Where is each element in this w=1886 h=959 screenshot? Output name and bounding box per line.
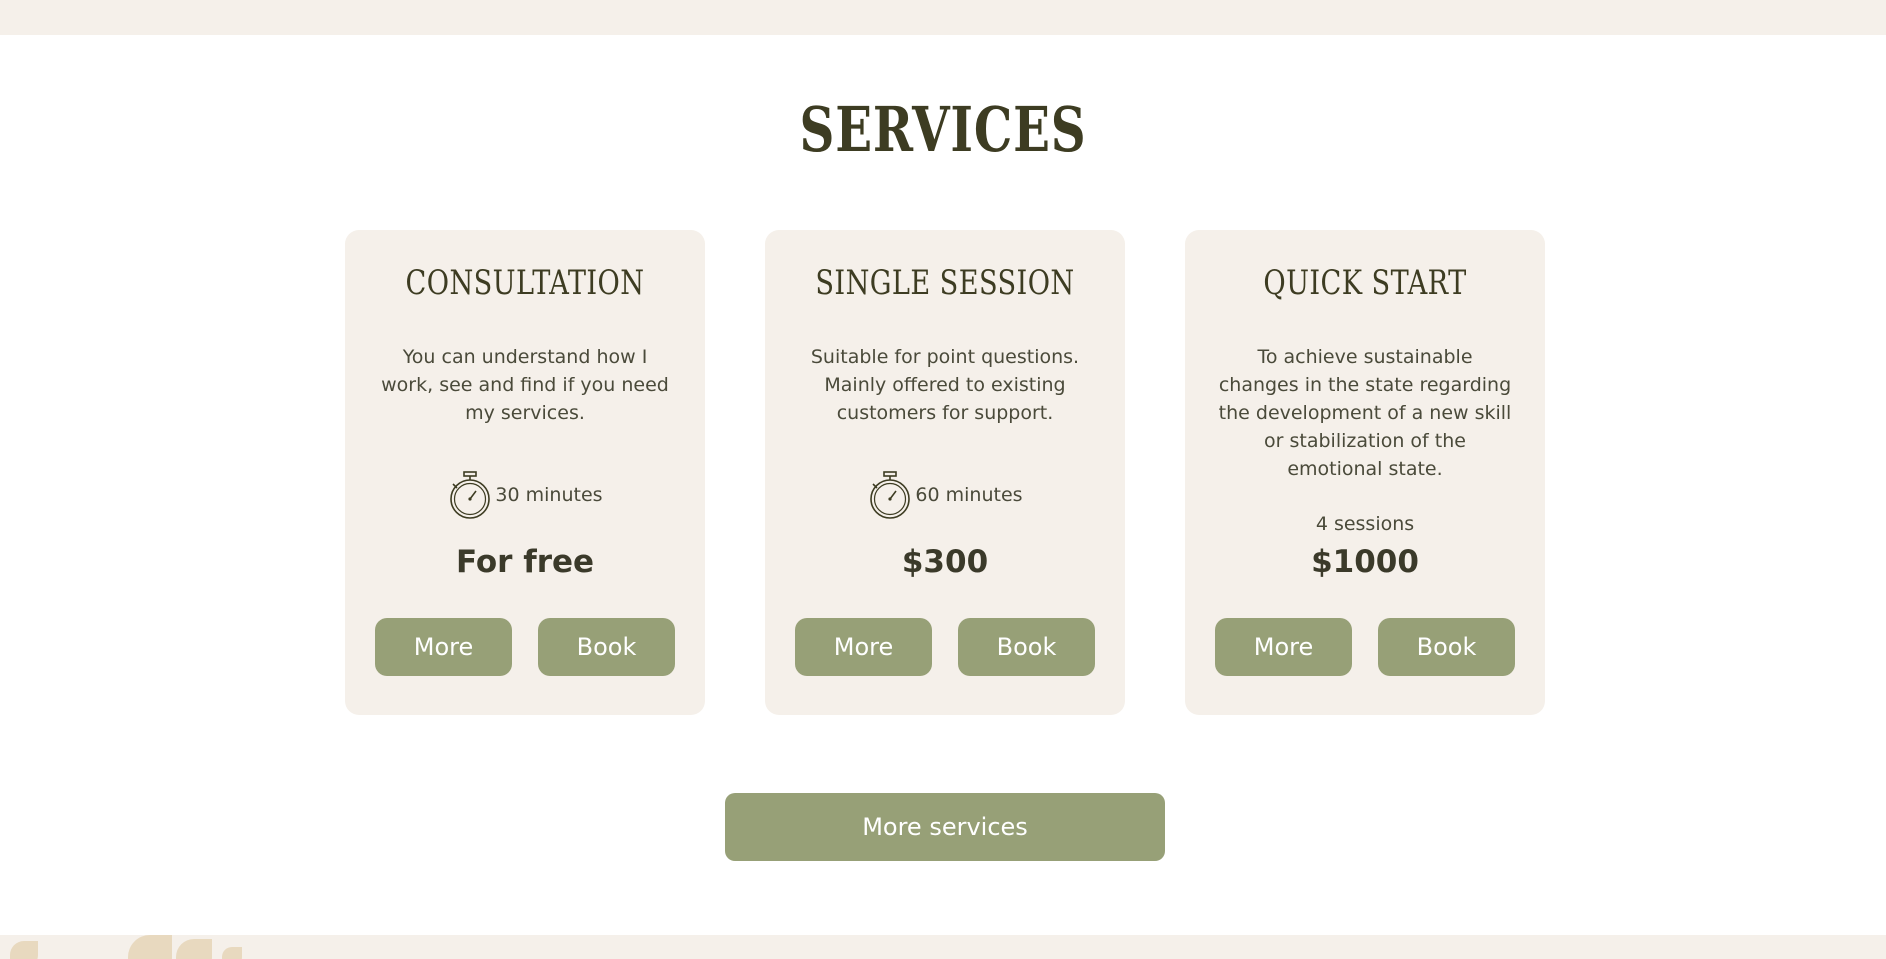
services-page: SERVICES CONSULTATION You can understand… xyxy=(0,0,1886,959)
card-description: Suitable for point questions. Mainly off… xyxy=(810,346,1080,424)
book-button[interactable]: Book xyxy=(958,618,1095,676)
bottom-band xyxy=(0,935,1886,959)
card-description: You can understand how I work, see and f… xyxy=(381,346,669,424)
sessions-count: 4 sessions xyxy=(1315,513,1415,535)
card-price: For free xyxy=(455,544,595,580)
duration-text: 30 minutes xyxy=(495,484,603,506)
stopwatch-icon xyxy=(450,471,491,519)
service-card-consultation: CONSULTATION You can understand how I wo… xyxy=(345,230,705,715)
service-card-quick-start: QUICK START To achieve sustainable chang… xyxy=(1185,230,1545,715)
leaf-decoration xyxy=(10,941,38,959)
more-services-button[interactable]: More services xyxy=(725,793,1165,861)
stopwatch-icon xyxy=(870,471,911,519)
card-title: SINGLE SESSION xyxy=(815,263,1075,303)
card-price: $1000 xyxy=(1311,544,1419,580)
leaf-decoration xyxy=(222,947,242,959)
duration-row: 60 minutes xyxy=(765,470,1125,520)
duration-text: 60 minutes xyxy=(915,484,1023,506)
book-button[interactable]: Book xyxy=(1378,618,1515,676)
top-band xyxy=(0,0,1886,35)
service-card-single-session: SINGLE SESSION Suitable for point questi… xyxy=(765,230,1125,715)
leaf-decoration xyxy=(128,935,172,959)
more-button[interactable]: More xyxy=(795,618,932,676)
duration-row: 30 minutes xyxy=(345,470,705,520)
card-description: To achieve sustainable changes in the st… xyxy=(1218,346,1512,480)
book-button[interactable]: Book xyxy=(538,618,675,676)
more-button[interactable]: More xyxy=(1215,618,1352,676)
card-price: $300 xyxy=(901,544,989,580)
leaf-decoration xyxy=(176,939,212,959)
page-title: SERVICES xyxy=(799,93,1087,166)
card-title: QUICK START xyxy=(1263,263,1467,303)
more-button[interactable]: More xyxy=(375,618,512,676)
card-title: CONSULTATION xyxy=(405,263,645,303)
